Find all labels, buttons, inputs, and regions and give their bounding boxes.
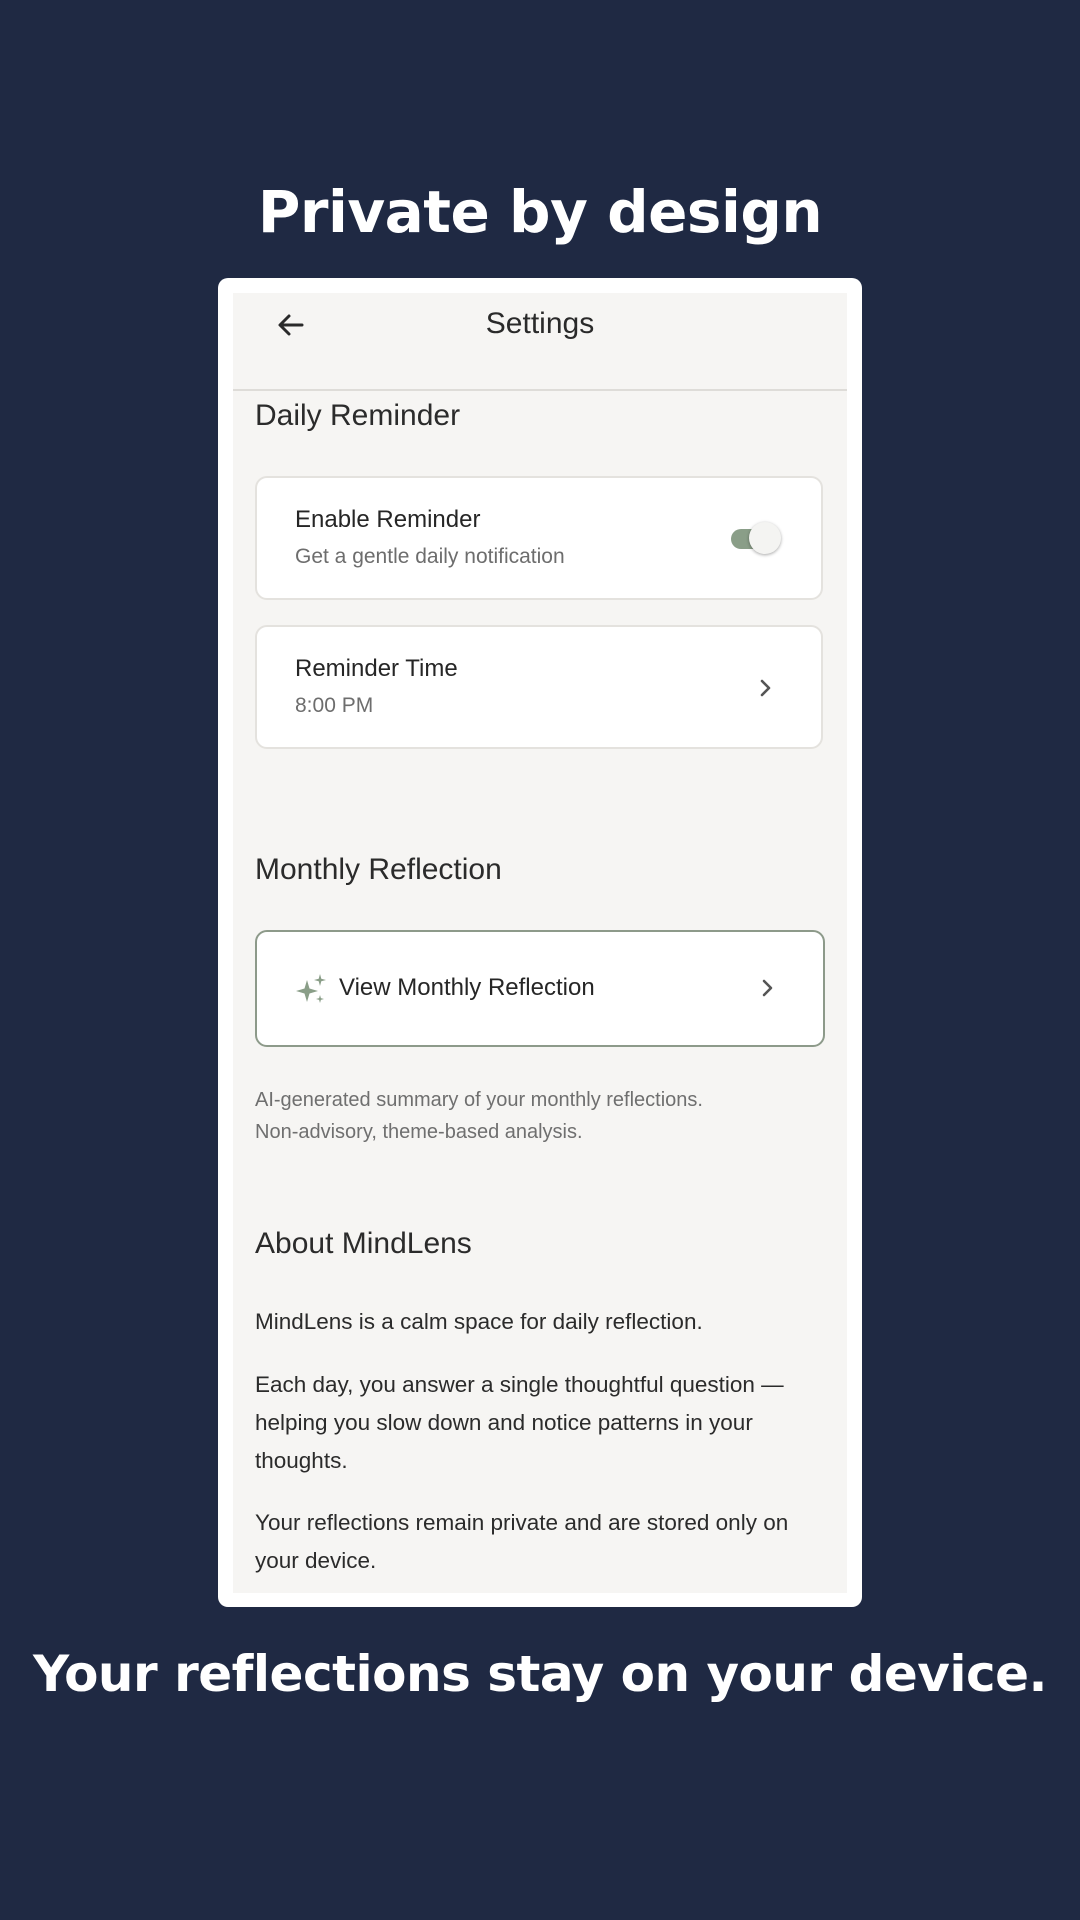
enable-reminder-card[interactable]: Enable Reminder Get a gentle daily notif…: [255, 476, 823, 600]
page-title: Settings: [485, 307, 595, 340]
enable-reminder-subtitle: Get a gentle daily notification: [295, 545, 565, 568]
monthly-reflection-heading: Monthly Reflection: [255, 853, 502, 886]
about-paragraph-3: Your reflections remain private and are …: [255, 1510, 789, 1573]
chevron-right-icon: [753, 676, 777, 700]
toggle-thumb: [749, 522, 781, 554]
about-paragraph-1: MindLens is a calm space for daily refle…: [255, 1309, 703, 1334]
reminder-toggle[interactable]: [731, 522, 781, 556]
reminder-time-value: 8:00 PM: [295, 694, 374, 717]
about-paragraph-2: Each day, you answer a single thoughtful…: [255, 1372, 784, 1473]
tagline: Your reflections stay on your device.: [32, 1645, 1048, 1703]
settings-screen: Settings Daily Reminder Enable Reminder …: [233, 293, 847, 1593]
view-monthly-reflection-button[interactable]: View Monthly Reflection: [255, 930, 825, 1047]
chevron-right-icon: [755, 976, 779, 1000]
note-line-2: Non-advisory, theme-based analysis.: [255, 1121, 583, 1143]
headline: Private by design: [257, 178, 823, 246]
reminder-time-title: Reminder Time: [295, 655, 458, 682]
note-line-1: AI-generated summary of your monthly ref…: [255, 1089, 703, 1111]
enable-reminder-title: Enable Reminder: [295, 506, 481, 533]
view-monthly-reflection-label: View Monthly Reflection: [339, 974, 595, 1001]
sparkle-icon: [295, 972, 327, 1006]
about-heading: About MindLens: [255, 1227, 472, 1260]
daily-reminder-heading: Daily Reminder: [255, 399, 461, 432]
app-bar: Settings: [233, 293, 847, 391]
monthly-reflection-note: AI-generated summary of your monthly ref…: [255, 1084, 825, 1148]
reminder-time-card[interactable]: Reminder Time 8:00 PM: [255, 625, 823, 749]
